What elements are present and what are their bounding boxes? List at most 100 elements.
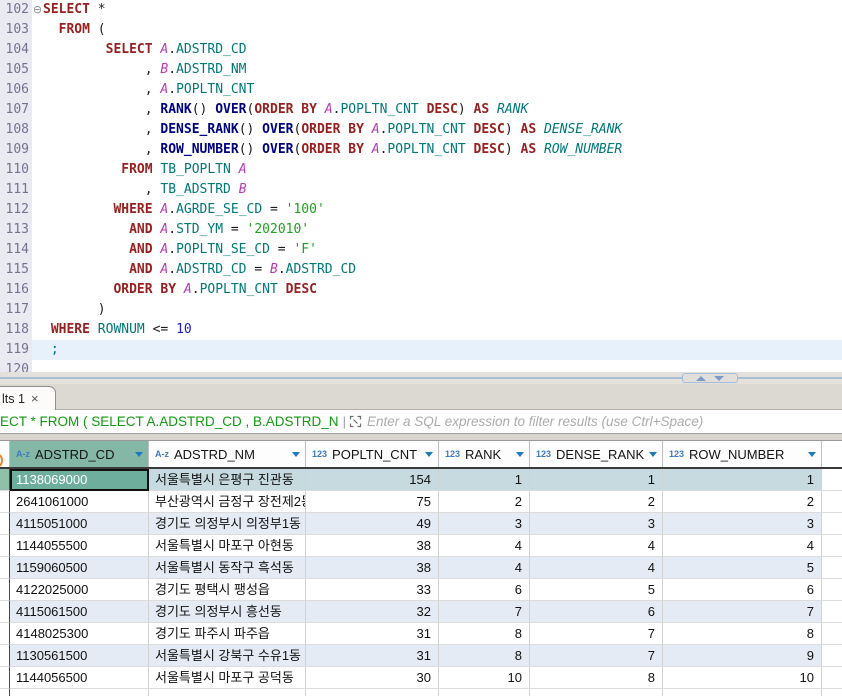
table-cell[interactable]: 4 [530,557,663,579]
code-line[interactable]: 105 , B.ADSTRD_NM [0,60,842,80]
table-cell[interactable]: 9 [663,645,822,667]
row-gutter-cell[interactable] [0,579,10,601]
table-cell[interactable]: 경기도 파주시 파주읍 [149,623,306,645]
table-cell[interactable]: 3 [530,513,663,535]
table-cell[interactable]: 33 [306,579,439,601]
row-gutter-cell[interactable] [0,667,10,689]
column-filter-arrow-icon[interactable] [135,452,143,457]
column-header-rank[interactable]: 123RANK [439,441,530,467]
table-cell[interactable]: 4 [530,535,663,557]
table-cell[interactable]: 6 [439,579,530,601]
table-cell[interactable]: 경기도 평택시 팽성읍 [149,579,306,601]
table-cell[interactable]: 서울특별시 동작구 흑석동 [149,557,306,579]
column-filter-arrow-icon[interactable] [292,452,300,457]
table-cell[interactable]: 서울특별시 은평구 진관동 [149,469,306,491]
table-cell[interactable]: 1144056500 [10,667,149,689]
table-cell[interactable]: 31 [306,645,439,667]
column-header-dense_rank[interactable]: 123DENSE_RANK [530,441,663,467]
code-line[interactable]: 102⊖SELECT * [0,0,842,20]
table-cell[interactable]: 서울특별시 마포구 아현동 [149,535,306,557]
table-cell[interactable]: 1159060500 [10,557,149,579]
column-filter-arrow-icon[interactable] [808,452,816,457]
table-cell[interactable]: 75 [306,491,439,513]
tab-close-icon[interactable]: × [31,392,39,405]
column-filter-arrow-icon[interactable] [425,452,433,457]
collapse-up-icon[interactable] [696,376,706,381]
code-line[interactable]: 114 AND A.POPLTN_SE_CD = 'F' [0,240,842,260]
column-header-popltn_cnt[interactable]: 123POPLTN_CNT [306,441,439,467]
sql-code-editor[interactable]: 102⊖SELECT *103 FROM (104 SELECT A.ADSTR… [0,0,842,372]
table-cell[interactable]: 7 [530,623,663,645]
table-cell[interactable]: 10 [663,667,822,689]
table-cell[interactable]: 10 [439,667,530,689]
table-cell[interactable]: 2 [439,491,530,513]
code-line[interactable]: 108 , DENSE_RANK() OVER(ORDER BY A.POPLT… [0,120,842,140]
code-line[interactable]: 120 [0,360,842,372]
table-cell[interactable]: 4 [663,535,822,557]
column-header-adstrd_nm[interactable]: A-zADSTRD_NM [149,441,306,467]
row-gutter-cell[interactable] [0,469,10,491]
row-gutter-cell[interactable] [0,491,10,513]
grid-corner-cell[interactable] [0,441,10,467]
table-cell[interactable]: 38 [306,535,439,557]
row-gutter-cell[interactable] [0,645,10,667]
results-tab[interactable]: lts 1 × [0,386,56,410]
table-cell[interactable]: 154 [306,469,439,491]
code-line[interactable]: 116 ORDER BY A.POPLTN_CNT DESC [0,280,842,300]
table-cell[interactable]: 3 [439,513,530,535]
table-cell[interactable]: 31 [306,623,439,645]
column-filter-arrow-icon[interactable] [649,452,657,457]
table-cell[interactable]: 4 [439,535,530,557]
table-cell[interactable]: 경기도 의정부시 의정부1동 [149,513,306,535]
column-header-row_number[interactable]: 123ROW_NUMBER [663,441,822,467]
code-line[interactable]: 109 , ROW_NUMBER() OVER(ORDER BY A.POPLT… [0,140,842,160]
table-cell[interactable]: 5 [663,557,822,579]
row-gutter-cell[interactable] [0,623,10,645]
code-line[interactable]: 106 , A.POPLTN_CNT [0,80,842,100]
table-cell[interactable]: 2641061000 [10,491,149,513]
code-line[interactable]: 112 WHERE A.AGRDE_SE_CD = '100' [0,200,842,220]
table-cell[interactable]: 8 [663,623,822,645]
code-line[interactable]: 110 FROM TB_POPLTN A [0,160,842,180]
table-cell[interactable]: 49 [306,513,439,535]
code-line[interactable]: 113 AND A.STD_YM = '202010' [0,220,842,240]
fold-collapse-icon[interactable]: ⊖ [32,0,43,20]
table-cell[interactable]: 7 [439,601,530,623]
table-cell[interactable]: 8 [530,667,663,689]
table-cell[interactable]: 6 [663,579,822,601]
row-gutter-cell[interactable] [0,535,10,557]
code-line[interactable]: 118 WHERE ROWNUM <= 10 [0,320,842,340]
panel-collapse-widget[interactable] [682,373,738,383]
table-cell[interactable]: 1138069000 [10,469,149,491]
filter-input[interactable]: ECT * FROM ( SELECT A.ADSTRD_CD , B.ADST… [0,410,842,434]
row-gutter-cell[interactable] [0,513,10,535]
table-cell[interactable]: 38 [306,557,439,579]
table-cell[interactable]: 4115051000 [10,513,149,535]
table-cell[interactable]: 8 [439,645,530,667]
table-cell[interactable]: 4115061500 [10,601,149,623]
table-cell[interactable]: 4 [439,557,530,579]
table-cell[interactable]: 3 [663,513,822,535]
table-cell[interactable]: 5 [530,579,663,601]
table-cell[interactable]: 7 [663,601,822,623]
column-filter-arrow-icon[interactable] [516,452,524,457]
code-line[interactable]: 117 ) [0,300,842,320]
column-header-adstrd_cd[interactable]: A-zADSTRD_CD [10,441,149,467]
table-cell[interactable]: 1 [663,469,822,491]
table-cell[interactable]: 서울특별시 강북구 수유1동 [149,645,306,667]
table-cell[interactable]: 2 [663,491,822,513]
table-cell[interactable]: 1 [439,469,530,491]
table-cell[interactable]: 부산광역시 금정구 장전제2동 [149,491,306,513]
row-gutter-cell[interactable] [0,557,10,579]
table-cell[interactable]: 4148025300 [10,623,149,645]
table-cell[interactable]: 2 [530,491,663,513]
table-cell[interactable]: 경기도 의정부시 흥선동 [149,601,306,623]
code-line[interactable]: 119 ; [0,340,842,360]
table-cell[interactable]: 서울특별시 마포구 공덕동 [149,667,306,689]
table-cell[interactable]: 32 [306,601,439,623]
table-cell[interactable]: 6 [530,601,663,623]
code-line[interactable]: 115 AND A.ADSTRD_CD = B.ADSTRD_CD [0,260,842,280]
code-line[interactable]: 103 FROM ( [0,20,842,40]
row-gutter-cell[interactable] [0,601,10,623]
table-cell[interactable]: 4122025000 [10,579,149,601]
